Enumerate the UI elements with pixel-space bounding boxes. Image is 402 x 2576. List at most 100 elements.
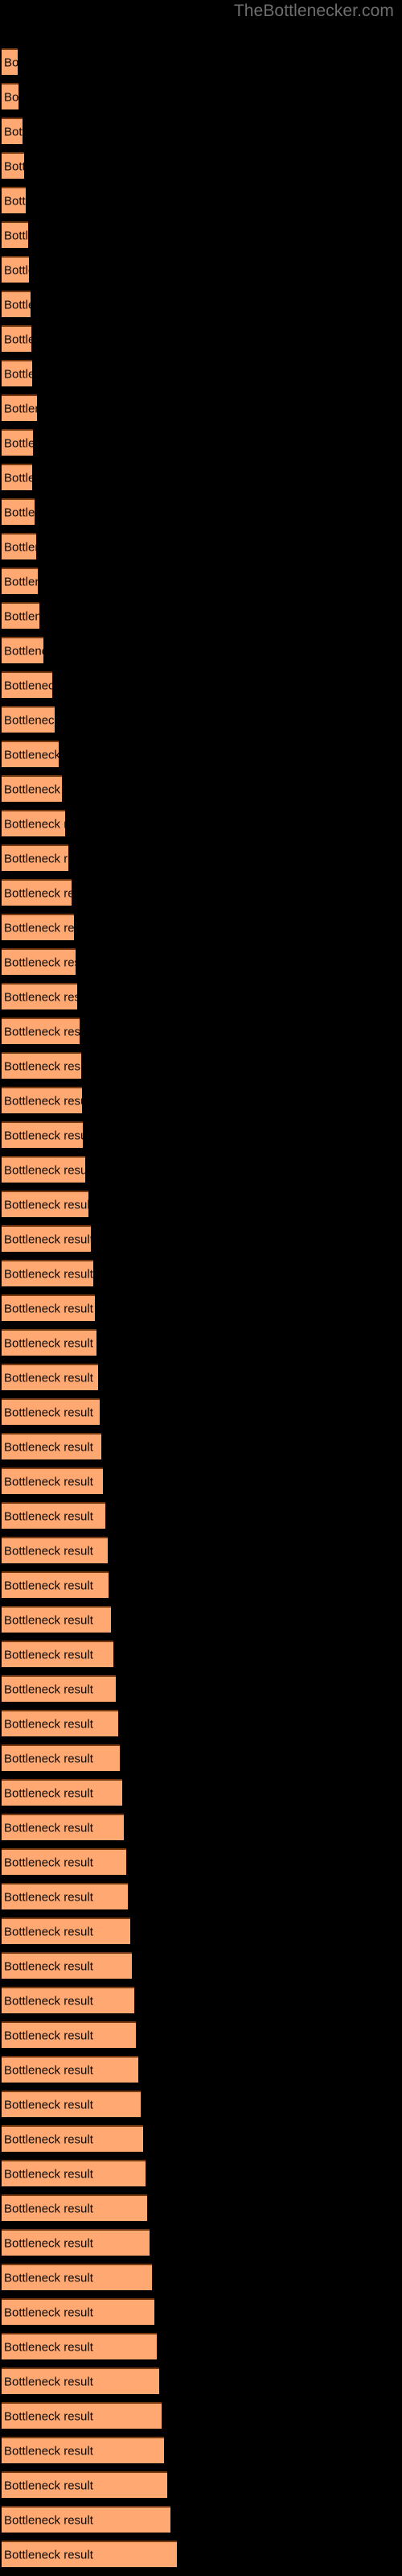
bar-label: Bottleneck result — [4, 956, 76, 969]
bar: Bottleneck result — [2, 1468, 103, 1494]
bar-label: Bottleneck result — [4, 921, 74, 935]
bar: Bottleneck result — [2, 1883, 128, 1909]
bar-label: Bottleneck result — [4, 2098, 93, 2112]
bar-label: Bottleneck result — [4, 679, 52, 692]
bar-label: Bottleneck result — [4, 1232, 91, 1246]
bar: Bottleneck result — [2, 1156, 85, 1183]
bar: Bottleneck result — [2, 706, 55, 733]
bar-label: Bottleneck result — [4, 506, 35, 519]
bar-label: Bottleneck result — [4, 2271, 93, 2285]
bar: Bottleneck result — [2, 1744, 120, 1771]
bar: Bottleneck result — [2, 256, 29, 283]
bar-label: Bottleneck result — [4, 125, 23, 138]
bar-label: Bottleneck result — [4, 782, 62, 796]
bar-label: Bottleneck result — [4, 263, 29, 277]
bar-label: Bottleneck result — [4, 1509, 93, 1523]
bottleneck-bar-chart: TheBottlenecker.com Bottleneck resultBot… — [0, 0, 402, 2576]
bar-label: Bottleneck result — [4, 2479, 93, 2492]
bar-label: Bottleneck result — [4, 194, 26, 208]
bar-label: Bottleneck result — [4, 1440, 93, 1454]
bar-label: Bottleneck result — [4, 886, 72, 900]
bar-label: Bottleneck result — [4, 2236, 93, 2250]
bar: Bottleneck result — [2, 1191, 88, 1217]
bar-label: Bottleneck result — [4, 2132, 93, 2146]
bar-label: Bottleneck result — [4, 1094, 82, 1108]
bar: Bottleneck result — [2, 533, 36, 559]
bar: Bottleneck result — [2, 291, 31, 317]
bar-label: Bottleneck result — [4, 436, 33, 450]
bar-label: Bottleneck result — [4, 2409, 93, 2423]
bar: Bottleneck result — [2, 914, 74, 940]
bar-label: Bottleneck result — [4, 817, 65, 831]
bar: Bottleneck result — [2, 1987, 134, 2013]
bar: Bottleneck result — [2, 1260, 93, 1286]
bar-label: Bottleneck result — [4, 1752, 93, 1765]
bar: Bottleneck result — [2, 83, 18, 109]
bar: Bottleneck result — [2, 1571, 109, 1598]
bar-label: Bottleneck result — [4, 2063, 93, 2077]
bar-label: Bottleneck result — [4, 990, 77, 1004]
bar: Bottleneck result — [2, 568, 38, 594]
bar: Bottleneck result — [2, 1710, 118, 1736]
bar: Bottleneck result — [2, 2264, 152, 2290]
bar-label: Bottleneck result — [4, 1059, 81, 1073]
bar: Bottleneck result — [2, 1641, 113, 1667]
bar-label: Bottleneck result — [4, 575, 38, 588]
bar-label: Bottleneck result — [4, 2306, 93, 2319]
bar: Bottleneck result — [2, 221, 28, 248]
bar-label: Bottleneck result — [4, 540, 36, 554]
bar: Bottleneck result — [2, 2091, 141, 2117]
bar-label: Bottleneck result — [4, 1648, 93, 1662]
bar-label: Bottleneck result — [4, 713, 55, 727]
bar: Bottleneck result — [2, 2125, 143, 2152]
bar: Bottleneck result — [2, 844, 68, 871]
bar-label: Bottleneck result — [4, 1129, 83, 1142]
bar-label: Bottleneck result — [4, 367, 32, 381]
bar-label: Bottleneck result — [4, 56, 18, 69]
bar: Bottleneck result — [2, 1121, 83, 1148]
bar-label: Bottleneck result — [4, 1994, 93, 2008]
bar: Bottleneck result — [2, 1814, 124, 1840]
bar-label: Bottleneck result — [4, 748, 59, 762]
bar-label: Bottleneck result — [4, 1579, 93, 1592]
bar-label: Bottleneck result — [4, 1821, 93, 1835]
bar: Bottleneck result — [2, 671, 52, 698]
bar: Bottleneck result — [2, 2021, 136, 2048]
bar: Bottleneck result — [2, 2056, 138, 2083]
bar: Bottleneck result — [2, 325, 31, 352]
bar: Bottleneck result — [2, 48, 18, 75]
bar: Bottleneck result — [2, 2541, 177, 2567]
bar: Bottleneck result — [2, 602, 39, 629]
bar-label: Bottleneck result — [4, 471, 32, 485]
bar-label: Bottleneck result — [4, 2029, 93, 2042]
bar: Bottleneck result — [2, 152, 24, 179]
bar: Bottleneck result — [2, 464, 32, 490]
bar-label: Bottleneck result — [4, 852, 68, 865]
bar-label: Bottleneck result — [4, 1198, 88, 1212]
bar: Bottleneck result — [2, 948, 76, 975]
bar: Bottleneck result — [2, 1329, 96, 1356]
bar-label: Bottleneck result — [4, 298, 31, 312]
bar: Bottleneck result — [2, 394, 37, 421]
bar-label: Bottleneck result — [4, 229, 28, 242]
bar-label: Bottleneck result — [4, 90, 18, 104]
bar-label: Bottleneck result — [4, 2375, 93, 2388]
bar: Bottleneck result — [2, 1502, 105, 1529]
bar-label: Bottleneck result — [4, 1959, 93, 1973]
bar-label: Bottleneck result — [4, 1856, 93, 1869]
bar: Bottleneck result — [2, 1225, 91, 1252]
bar: Bottleneck result — [2, 187, 26, 213]
bar-label: Bottleneck result — [4, 1475, 93, 1488]
bar-label: Bottleneck result — [4, 1890, 93, 1904]
bar-label: Bottleneck result — [4, 1717, 93, 1731]
bar-label: Bottleneck result — [4, 1682, 93, 1696]
bar: Bottleneck result — [2, 2437, 164, 2463]
bar: Bottleneck result — [2, 1294, 95, 1321]
bar-label: Bottleneck result — [4, 644, 43, 658]
bar-label: Bottleneck result — [4, 1786, 93, 1800]
bar-label: Bottleneck result — [4, 332, 31, 346]
bar: Bottleneck result — [2, 2194, 147, 2221]
bar: Bottleneck result — [2, 637, 43, 663]
bar: Bottleneck result — [2, 1779, 122, 1806]
bar: Bottleneck result — [2, 2160, 146, 2186]
